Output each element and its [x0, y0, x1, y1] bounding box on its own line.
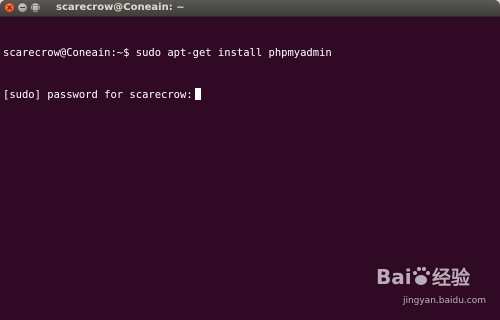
baidu-watermark: Bai 经验 jingyan.baidu.com	[376, 260, 486, 306]
close-icon: ×	[6, 2, 13, 12]
maximize-button[interactable]: □	[30, 2, 41, 13]
window-title: scarecrow@Coneain: ~	[56, 2, 185, 13]
title-bar[interactable]: × − □ scarecrow@Coneain: ~	[0, 0, 500, 17]
text-cursor	[194, 88, 201, 100]
svg-text:Bai: Bai	[376, 265, 412, 289]
watermark-url: jingyan.baidu.com	[402, 296, 486, 306]
maximize-icon: □	[31, 2, 40, 12]
minimize-icon: −	[19, 2, 26, 12]
terminal-line-prompt: [sudo] password for scarecrow:	[3, 88, 497, 102]
terminal-line-command: scarecrow@Coneain:~$ sudo apt-get instal…	[3, 47, 332, 59]
baidu-logo-icon: Bai 经验	[376, 265, 471, 289]
close-button[interactable]: ×	[4, 2, 15, 13]
minimize-button[interactable]: −	[17, 2, 28, 13]
svg-text:经验: 经验	[432, 266, 471, 289]
terminal-window: × − □ scarecrow@Coneain: ~ scarecrow@Con…	[0, 0, 500, 320]
password-prompt: [sudo] password for scarecrow:	[3, 89, 193, 101]
